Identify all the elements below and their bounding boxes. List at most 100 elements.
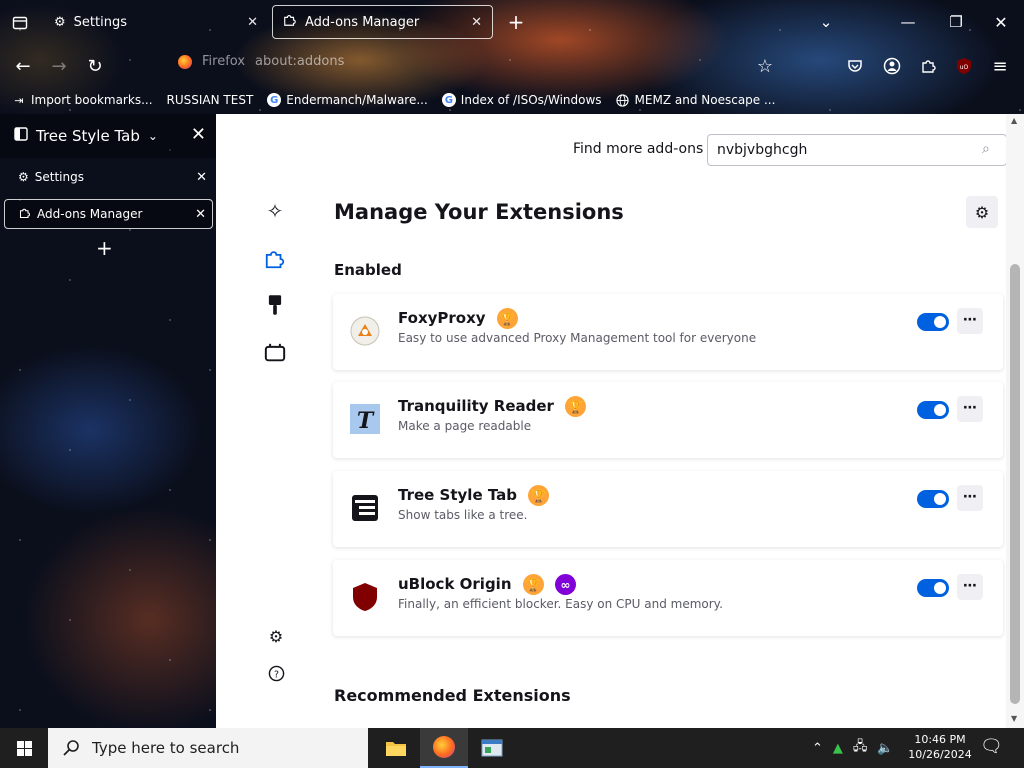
private-browsing-badge-icon: ∞ (554, 574, 576, 595)
bookmarks-toolbar: ⇥ Import bookmarks... RUSSIAN TEST G End… (0, 86, 1024, 114)
category-recommendations[interactable]: ✧ (262, 198, 288, 224)
firefox-logo-icon (178, 54, 192, 69)
file-explorer-button[interactable] (372, 728, 420, 768)
forward-arrow-icon[interactable]: → (46, 53, 72, 79)
extension-description: Make a page readable (398, 419, 532, 433)
recommended-extensions-heading: Recommended Extensions (334, 686, 571, 705)
extension-enabled-toggle[interactable] (917, 490, 949, 508)
restore-icon[interactable]: ❐ (946, 12, 966, 32)
back-arrow-icon[interactable]: ← (10, 53, 36, 79)
sidebar-new-tab-button[interactable]: + (96, 236, 113, 260)
star-icon[interactable]: ☆ (752, 53, 778, 79)
extension-card[interactable]: FoxyProxy 🏆 Easy to use advanced Proxy M… (333, 294, 1003, 370)
extension-name: FoxyProxy 🏆 (398, 308, 518, 329)
app-taskbar-button[interactable] (468, 728, 516, 768)
gear-icon: ⚙ (974, 202, 990, 222)
windows-taskbar: Type here to search ⌃ ▲ 🖧 🔈 10:46 PM 10/… (0, 728, 1024, 768)
extension-card[interactable]: uBlock Origin 🏆 ∞ Finally, an efficient … (333, 560, 1003, 636)
addons-manager-page: Find more add-ons ⌕ ✧ Manage Your Extens… (216, 114, 1024, 728)
close-icon[interactable]: ✕ (196, 170, 207, 185)
extension-card[interactable]: Tree Style Tab 🏆 Show tabs like a tree. … (333, 471, 1003, 547)
pocket-icon[interactable] (842, 53, 868, 79)
clock-time: 10:46 PM (914, 733, 966, 746)
recommended-badge-icon: 🏆 (565, 396, 587, 417)
bookmark-index-isos[interactable]: G Index of /ISOs/Windows (441, 93, 602, 107)
tab-addons-manager[interactable]: Add-ons Manager ✕ (272, 5, 493, 39)
firefox-logo-icon (433, 736, 455, 758)
category-extensions[interactable] (262, 246, 288, 272)
people-icon[interactable]: ▲ (833, 741, 843, 756)
more-options-button[interactable]: ⋯ (957, 485, 983, 511)
extension-card[interactable]: T Tranquility Reader 🏆 Make a page reada… (333, 382, 1003, 458)
account-icon[interactable] (879, 53, 905, 79)
tools-gear-button[interactable]: ⚙ (966, 196, 998, 228)
more-options-button[interactable]: ⋯ (957, 308, 983, 334)
network-icon[interactable]: 🖧 (853, 737, 868, 759)
close-window-icon[interactable]: ✕ (991, 12, 1011, 32)
help-icon[interactable]: ? (266, 663, 286, 683)
bookmark-endermanch[interactable]: G Endermanch/Malware... (267, 93, 428, 107)
category-plugins[interactable] (262, 340, 288, 366)
taskbar-search-box[interactable]: Type here to search (48, 728, 368, 768)
close-icon[interactable]: ✕ (471, 15, 482, 30)
url-bar[interactable]: Firefox about:addons (178, 54, 344, 69)
chevron-down-icon: ⌄ (147, 129, 158, 143)
menu-icon[interactable]: ≡ (987, 53, 1013, 79)
plugin-icon (264, 343, 286, 362)
tree-style-tab-sidebar: Tree Style Tab ⌄ ✕ ⚙ Settings ✕ Add-ons … (0, 114, 216, 728)
bookmark-label: Index of /ISOs/Windows (460, 93, 602, 107)
volume-icon[interactable]: 🔈 (877, 741, 893, 756)
new-tab-button[interactable]: + (506, 10, 526, 34)
extension-name: Tranquility Reader 🏆 (398, 396, 587, 417)
taskbar-clock[interactable]: 10:46 PM 10/26/2024 (908, 732, 972, 762)
extension-enabled-toggle[interactable] (917, 579, 949, 597)
sidebar-icon (14, 127, 28, 145)
scroll-up-arrow-icon[interactable]: ▲ (1011, 116, 1017, 125)
bookmark-memz[interactable]: MEMZ and Noescape ... (616, 93, 775, 107)
find-more-addons-label: Find more add-ons (573, 141, 704, 157)
bookmark-label: RUSSIAN TEST (166, 93, 254, 107)
bookmark-russian-test[interactable]: RUSSIAN TEST (167, 93, 254, 107)
bookmark-import[interactable]: ⇥ Import bookmarks... (12, 93, 153, 107)
ublock-origin-icon[interactable]: uO (951, 53, 977, 79)
scrollbar-thumb[interactable] (1010, 264, 1020, 704)
close-icon[interactable]: ✕ (247, 15, 258, 30)
more-options-button[interactable]: ⋯ (957, 396, 983, 422)
chevron-up-icon[interactable]: ⌃ (812, 741, 823, 756)
bookmark-label: Import bookmarks... (31, 93, 153, 107)
tab-settings[interactable]: ⚙ Settings ✕ (44, 5, 268, 39)
close-sidebar-icon[interactable]: ✕ (191, 124, 206, 145)
tab-label: Add-ons Manager (305, 14, 420, 30)
scroll-down-arrow-icon[interactable]: ▼ (1011, 714, 1017, 723)
sidebar-tab-label: Add-ons Manager (37, 207, 143, 221)
windows-logo-icon (16, 740, 32, 756)
page-scrollbar[interactable]: ▲ ▼ (1006, 114, 1024, 728)
extension-enabled-toggle[interactable] (917, 401, 949, 419)
close-icon[interactable]: ✕ (195, 207, 206, 222)
start-button[interactable] (0, 728, 48, 768)
minimize-icon[interactable]: — (898, 12, 918, 32)
search-icon: ⌕ (982, 141, 990, 157)
puzzle-icon (19, 207, 31, 222)
foxyproxy-icon (350, 316, 380, 346)
addons-options-gear-icon[interactable]: ⚙ (266, 626, 286, 646)
notification-icon[interactable]: 🗨 (980, 736, 1003, 757)
sidebar-title: Tree Style Tab (36, 127, 140, 145)
firefox-view-icon[interactable] (10, 13, 30, 33)
extension-name: Tree Style Tab 🏆 (398, 485, 550, 506)
reload-icon[interactable]: ↻ (82, 53, 108, 79)
sidebar-header[interactable]: Tree Style Tab ⌄ ✕ (0, 114, 216, 158)
extension-description: Finally, an efficient blocker. Easy on C… (398, 597, 723, 611)
addons-search-input[interactable] (707, 134, 1007, 166)
sidebar-tab-addons-manager[interactable]: Add-ons Manager ✕ (4, 199, 213, 229)
category-themes[interactable] (262, 292, 288, 318)
enabled-heading: Enabled (334, 261, 402, 279)
firefox-taskbar-button[interactable] (420, 728, 468, 768)
extension-enabled-toggle[interactable] (917, 313, 949, 331)
extensions-icon[interactable] (916, 53, 942, 79)
bookmark-label: Endermanch/Malware... (286, 93, 428, 107)
recommended-badge-icon: 🏆 (496, 308, 518, 329)
sidebar-tab-settings[interactable]: ⚙ Settings ✕ (4, 162, 213, 192)
list-all-tabs-icon[interactable]: ⌄ (816, 12, 836, 32)
more-options-button[interactable]: ⋯ (957, 574, 983, 600)
